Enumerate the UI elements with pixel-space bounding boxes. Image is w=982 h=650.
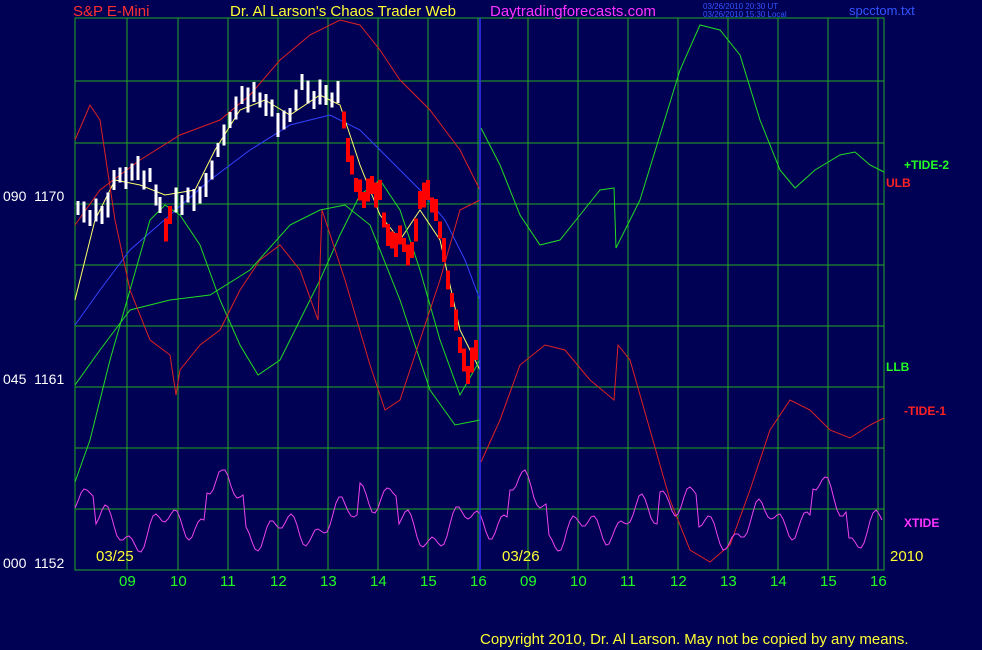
x-hour-label: 11 [220, 573, 236, 590]
x-hour-label: 16 [870, 573, 887, 590]
x-hour-label: 14 [370, 573, 387, 590]
legend-llb: LLB [886, 360, 910, 374]
x-hour-label: 13 [720, 573, 737, 590]
site-label: Daytradingforecasts.com [490, 3, 656, 20]
y-label-code: 090 [3, 188, 27, 204]
x-hour-label: 10 [570, 573, 587, 590]
y-label-code: 000 [3, 555, 27, 571]
y-label-price: 1170 [34, 188, 65, 204]
filename-label: spcctom.txt [849, 3, 915, 18]
chart-title: Dr. Al Larson's Chaos Trader Web [230, 3, 457, 20]
legend-tide1: -TIDE-1 [904, 404, 946, 418]
year-label: 2010 [890, 548, 924, 565]
x-hour-label: 16 [470, 573, 487, 590]
x-hour-label: 11 [620, 573, 636, 590]
date-label-day1: 03/25 [96, 548, 134, 565]
x-hour-label: 14 [770, 573, 787, 590]
x-hour-label: 13 [320, 573, 337, 590]
legend-xtide: XTIDE [904, 516, 940, 530]
tide2-projection [480, 24, 885, 249]
legend-tide2: +TIDE-2 [904, 158, 950, 172]
y-label-1161: 045 1161 [3, 372, 64, 386]
x-hour-label: 12 [670, 573, 687, 590]
legend-ulb: ULB [886, 176, 911, 190]
instrument-label: S&P E-Mini [73, 3, 150, 20]
x-hour-label: 09 [520, 573, 537, 590]
chart-canvas [74, 17, 885, 571]
price-candles [76, 74, 478, 384]
y-label-price: 1161 [34, 371, 65, 387]
y-label-1170: 090 1170 [3, 189, 64, 203]
y-label-1152: 000 1152 [3, 556, 64, 570]
tide1-projection [480, 343, 885, 563]
x-hour-label: 12 [270, 573, 287, 590]
copyright-notice: Copyright 2010, Dr. Al Larson. May not b… [480, 631, 909, 648]
y-label-price: 1152 [34, 555, 65, 571]
x-hour-label: 10 [170, 573, 187, 590]
x-hour-label: 15 [820, 573, 837, 590]
local-timestamp: 03/26/2010 15:30 Local [703, 10, 787, 19]
x-hour-label: 15 [420, 573, 437, 590]
date-label-day2: 03/26 [502, 548, 540, 565]
x-hour-label: 09 [119, 573, 136, 590]
y-label-code: 045 [3, 371, 27, 387]
